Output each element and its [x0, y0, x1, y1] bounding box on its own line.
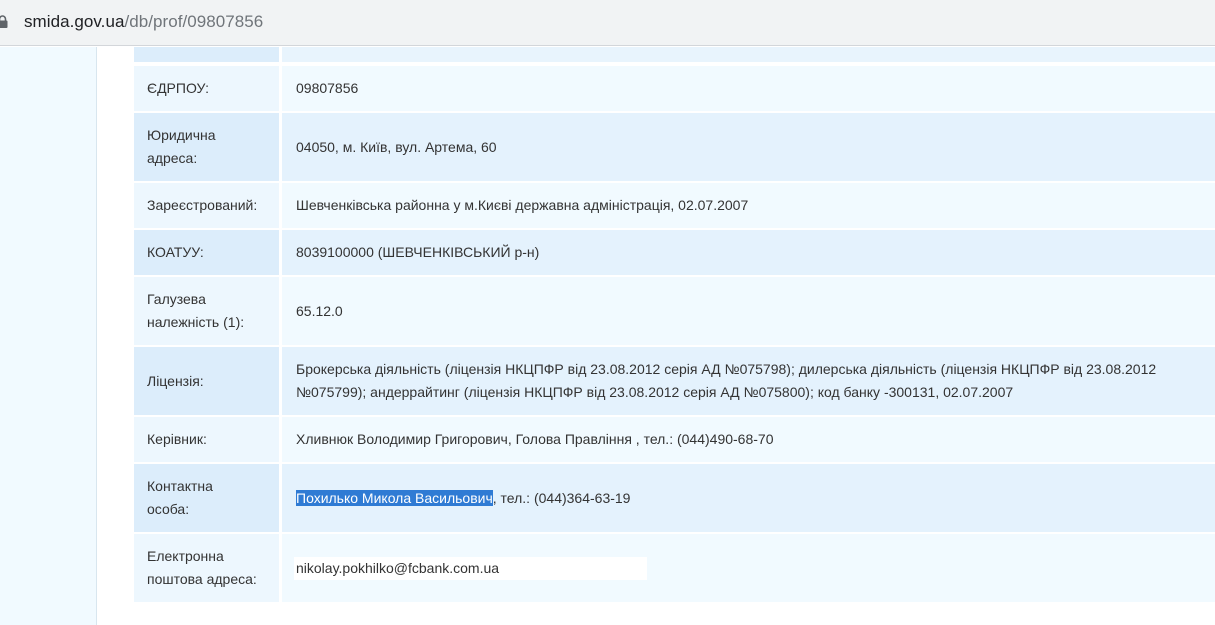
label-text: Ліцензія:: [147, 372, 204, 389]
table-row-director: Керівник: Хливнюк Володимир Григорович, …: [134, 417, 1215, 462]
row-label: ЄДРПОУ:: [134, 66, 282, 111]
lock-icon[interactable]: [0, 15, 8, 28]
row-value: Хливнюк Володимир Григорович, Голова Пра…: [282, 417, 1215, 462]
email-link[interactable]: nikolay.pokhilko@fcbank.com.ua: [296, 560, 499, 576]
value-text: 09807856: [296, 80, 359, 96]
label-text: КОАТУУ:: [147, 244, 204, 260]
row-value: 65.12.0: [282, 277, 1215, 345]
row-value: Брокерська діяльність (ліцензія НКЦПФР в…: [282, 347, 1215, 415]
label-text: Керівник:: [147, 431, 207, 447]
value-text: Хливнюк Володимир Григорович, Голова Пра…: [296, 431, 774, 447]
url-path: /db/prof/09807856: [124, 12, 264, 31]
label-text-line: особа:: [147, 501, 190, 517]
previous-row-edge: [134, 47, 1215, 62]
row-value: 8039100000 (ШЕВЧЕНКІВСЬКИЙ р-н): [282, 230, 1215, 275]
table-row-license: Ліцензія: Брокерська діяльність (ліцензі…: [134, 347, 1215, 415]
row-label: Електронна поштова адреса:: [134, 534, 282, 602]
row-value: nikolay.pokhilko@fcbank.com.ua: [282, 534, 1215, 602]
value-text: Шевченківська районна у м.Києві державна…: [296, 197, 749, 213]
row-value: Похилько Микола Васильович, тел.: (044)3…: [282, 464, 1215, 532]
left-panel: [0, 47, 97, 625]
label-text-line: поштова адреса:: [147, 571, 257, 587]
value-text-line: №075799); андеррайтинг (ліцензія НКЦПФР …: [296, 384, 1014, 400]
row-label: Юридична адреса:: [134, 113, 282, 181]
table-row-legal-address: Юридична адреса: 04050, м. Київ, вул. Арт…: [134, 113, 1215, 181]
email-field[interactable]: nikolay.pokhilko@fcbank.com.ua: [294, 556, 648, 580]
company-info-table: ЄДРПОУ: 09807856 Юридична адреса: 04050, …: [134, 64, 1215, 604]
label-text: ЄДРПОУ:: [147, 80, 210, 96]
label-text: Зареєстрований:: [147, 197, 258, 213]
label-text-line: Юридична: [147, 127, 216, 143]
row-label: Ліцензія:: [134, 347, 282, 415]
label-text-line: адреса:: [147, 150, 198, 166]
value-text-line: Брокерська діяльність (ліцензія НКЦПФР в…: [296, 361, 1157, 377]
value-text: 65.12.0: [296, 302, 343, 319]
row-label: Контактна особа:: [134, 464, 282, 532]
label-text-line: належність (1):: [147, 314, 245, 330]
row-label: Зареєстрований:: [134, 183, 282, 228]
table-row-email: Електронна поштова адреса: nikolay.pokhil…: [134, 534, 1215, 602]
browser-address-bar[interactable]: smida.gov.ua/db/prof/09807856: [0, 0, 1215, 46]
row-label: Керівник:: [134, 417, 282, 462]
row-label: КОАТУУ:: [134, 230, 282, 275]
table-row-registered: Зареєстрований: Шевченківська районна у …: [134, 183, 1215, 228]
value-text: 04050, м. Київ, вул. Артема, 60: [296, 138, 497, 155]
selected-contact-name[interactable]: Похилько Микола Васильович: [296, 489, 493, 506]
row-value: 04050, м. Київ, вул. Артема, 60: [282, 113, 1215, 181]
table-row-edrpou: ЄДРПОУ: 09807856: [134, 66, 1215, 111]
previous-row-label-edge: [134, 47, 279, 62]
url-text[interactable]: smida.gov.ua/db/prof/09807856: [24, 12, 263, 32]
value-text: 8039100000 (ШЕВЧЕНКІВСЬКИЙ р-н): [296, 244, 540, 260]
value-text: , тел.: (044)364-63-19: [492, 489, 631, 506]
row-value: Шевченківська районна у м.Києві державна…: [282, 183, 1215, 228]
label-text-line: Електронна: [147, 548, 224, 564]
label-text-line: Контактна: [147, 478, 213, 494]
row-label: Галузева належність (1):: [134, 277, 282, 345]
row-value: 09807856: [282, 66, 1215, 111]
label-text-line: Галузева: [147, 291, 206, 307]
table-row-koatuu: КОАТУУ: 8039100000 (ШЕВЧЕНКІВСЬКИЙ р-н): [134, 230, 1215, 275]
table-row-industry: Галузева належність (1): 65.12.0: [134, 277, 1215, 345]
previous-row-value-edge: [282, 47, 1215, 62]
url-host: smida.gov.ua: [24, 12, 125, 31]
table-row-contact-person: Контактна особа: Похилько Микола Васильов…: [134, 464, 1215, 532]
